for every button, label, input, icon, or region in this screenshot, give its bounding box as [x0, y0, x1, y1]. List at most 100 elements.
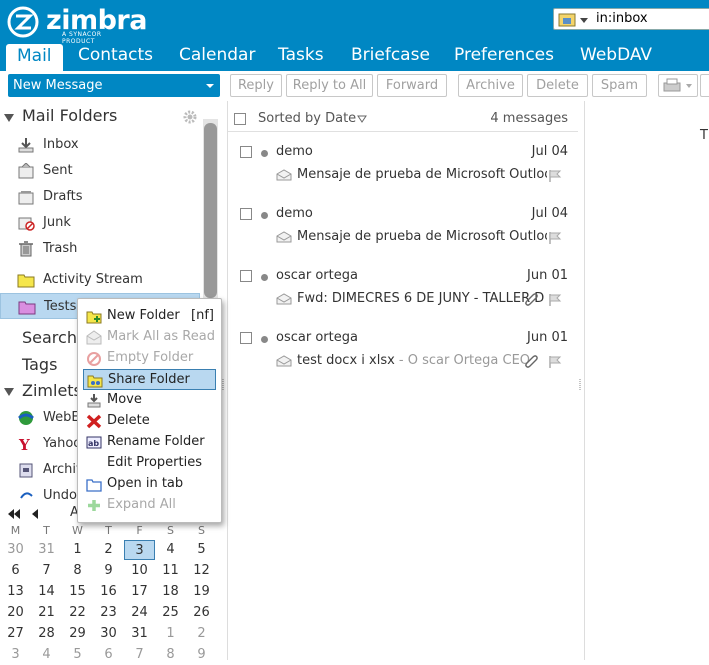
print-menu-button[interactable]: [658, 74, 698, 97]
prev-year-icon[interactable]: [8, 509, 20, 519]
folder-activity-stream[interactable]: Activity Stream: [0, 267, 200, 293]
select-all-checkbox[interactable]: [234, 113, 246, 125]
calendar-day[interactable]: 4: [31, 645, 62, 665]
calendar-day[interactable]: 5: [186, 540, 217, 560]
unread-dot-icon[interactable]: [261, 212, 268, 219]
message-checkbox[interactable]: [240, 146, 252, 158]
mail-folders-header[interactable]: Mail Folders: [0, 104, 200, 128]
menu-delete[interactable]: Delete: [83, 411, 216, 432]
calendar-day[interactable]: 24: [124, 603, 155, 623]
spam-button[interactable]: Spam: [592, 74, 647, 97]
reply-button[interactable]: Reply: [230, 74, 282, 97]
calendar-day[interactable]: 23: [93, 603, 124, 623]
calendar-day[interactable]: 30: [0, 540, 31, 560]
gear-icon[interactable]: [182, 109, 198, 125]
message-row[interactable]: oscar ortega Jun 01 test docx i xlsx - Ó s…: [228, 328, 578, 388]
calendar-day[interactable]: 10: [124, 561, 155, 581]
calendar-day[interactable]: 31: [31, 540, 62, 560]
calendar-day[interactable]: 26: [186, 603, 217, 623]
flag-icon[interactable]: [548, 355, 562, 369]
unread-dot-icon[interactable]: [261, 336, 268, 343]
calendar-day[interactable]: 8: [155, 645, 186, 665]
calendar-day[interactable]: 30: [93, 624, 124, 644]
calendar-day[interactable]: 6: [0, 561, 31, 581]
calendar-day[interactable]: 11: [155, 561, 186, 581]
tab-calendar[interactable]: Calendar: [168, 42, 266, 71]
flag-icon[interactable]: [548, 169, 562, 183]
tab-contacts[interactable]: Contacts: [67, 42, 164, 71]
calendar-day[interactable]: 13: [0, 582, 31, 602]
calendar-day[interactable]: 19: [186, 582, 217, 602]
zimbra-logo[interactable]: zimbra A SYNACOR PRODUCT: [6, 5, 147, 45]
tab-preferences[interactable]: Preferences: [443, 42, 565, 71]
tab-tasks[interactable]: Tasks: [267, 42, 335, 71]
sort-direction-icon[interactable]: [357, 114, 367, 124]
folder-drafts[interactable]: Drafts: [0, 184, 200, 210]
calendar-day[interactable]: 27: [0, 624, 31, 644]
folder-sent[interactable]: Sent: [0, 158, 200, 184]
zimlets-header[interactable]: Zimlets: [22, 381, 82, 400]
calendar-day[interactable]: 7: [31, 561, 62, 581]
calendar-day[interactable]: 1: [62, 540, 93, 560]
calendar-day[interactable]: 18: [155, 582, 186, 602]
archive-button[interactable]: Archive: [458, 74, 523, 97]
tab-mail[interactable]: Mail: [6, 44, 63, 71]
calendar-day[interactable]: 16: [93, 582, 124, 602]
calendar-day[interactable]: 2: [93, 540, 124, 560]
calendar-day[interactable]: 22: [62, 603, 93, 623]
collapse-triangle-icon[interactable]: [4, 388, 14, 396]
menu-mark-all-read[interactable]: Mark All as Read: [83, 327, 216, 348]
forward-button[interactable]: Forward: [377, 74, 447, 97]
calendar-day[interactable]: 15: [62, 582, 93, 602]
reading-splitter-handle[interactable]: [579, 379, 582, 391]
tab-briefcase[interactable]: Briefcase: [340, 42, 441, 71]
search-type-icon[interactable]: [558, 12, 592, 28]
menu-move[interactable]: Move: [83, 390, 216, 411]
calendar-day[interactable]: 1: [155, 624, 186, 644]
search-query[interactable]: in:inbox: [596, 11, 648, 26]
scrollbar-thumb[interactable]: [204, 123, 217, 298]
menu-empty-folder[interactable]: Empty Folder: [83, 348, 216, 369]
new-message-button[interactable]: New Message: [8, 74, 220, 97]
calendar-day[interactable]: 14: [31, 582, 62, 602]
tab-webdav[interactable]: WebDAV: [569, 42, 663, 71]
calendar-day[interactable]: 2: [186, 624, 217, 644]
unread-dot-icon[interactable]: [261, 150, 268, 157]
search-input[interactable]: in:inbox: [553, 8, 709, 30]
calendar-day[interactable]: 4: [155, 540, 186, 560]
folder-inbox[interactable]: Inbox: [0, 132, 200, 158]
prev-month-icon[interactable]: [32, 509, 38, 519]
message-checkbox[interactable]: [240, 270, 252, 282]
calendar-day[interactable]: 8: [62, 561, 93, 581]
reply-all-button[interactable]: Reply to All: [286, 74, 373, 97]
calendar-day[interactable]: 9: [93, 561, 124, 581]
chevron-down-icon[interactable]: [206, 84, 214, 88]
calendar-day[interactable]: 7: [124, 645, 155, 665]
sort-by-date[interactable]: Sorted by Date: [258, 111, 356, 126]
menu-new-folder[interactable]: New Folder [nf]: [83, 306, 216, 327]
calendar-day[interactable]: 31: [124, 624, 155, 644]
menu-rename-folder[interactable]: ab Rename Folder: [83, 432, 216, 453]
calendar-day[interactable]: 25: [155, 603, 186, 623]
calendar-day[interactable]: 12: [186, 561, 217, 581]
folder-trash[interactable]: Trash: [0, 236, 200, 262]
tags-header[interactable]: Tags: [22, 355, 57, 374]
calendar-day[interactable]: 29: [62, 624, 93, 644]
calendar-day[interactable]: 5: [62, 645, 93, 665]
menu-open-in-tab[interactable]: Open in tab: [83, 474, 216, 495]
collapse-triangle-icon[interactable]: [4, 114, 14, 122]
menu-expand-all[interactable]: Expand All: [83, 495, 216, 516]
message-checkbox[interactable]: [240, 332, 252, 344]
menu-share-folder[interactable]: Share Folder: [83, 369, 216, 390]
calendar-day[interactable]: 21: [31, 603, 62, 623]
message-row[interactable]: oscar ortega Jun 01 Fwd: DIMECRES 6 DE JUN…: [228, 266, 578, 326]
folder-junk[interactable]: Junk: [0, 210, 200, 236]
left-splitter-handle[interactable]: [222, 379, 225, 391]
delete-button[interactable]: Delete: [527, 74, 588, 97]
calendar-today[interactable]: 3: [124, 540, 155, 560]
calendar-day[interactable]: 9: [186, 645, 217, 665]
message-checkbox[interactable]: [240, 208, 252, 220]
message-row[interactable]: demo Jul 04 Mensaje de prueba de Microsoft…: [228, 142, 578, 202]
folder-scrollbar[interactable]: [203, 119, 218, 299]
menu-edit-properties[interactable]: Edit Properties: [83, 453, 216, 474]
